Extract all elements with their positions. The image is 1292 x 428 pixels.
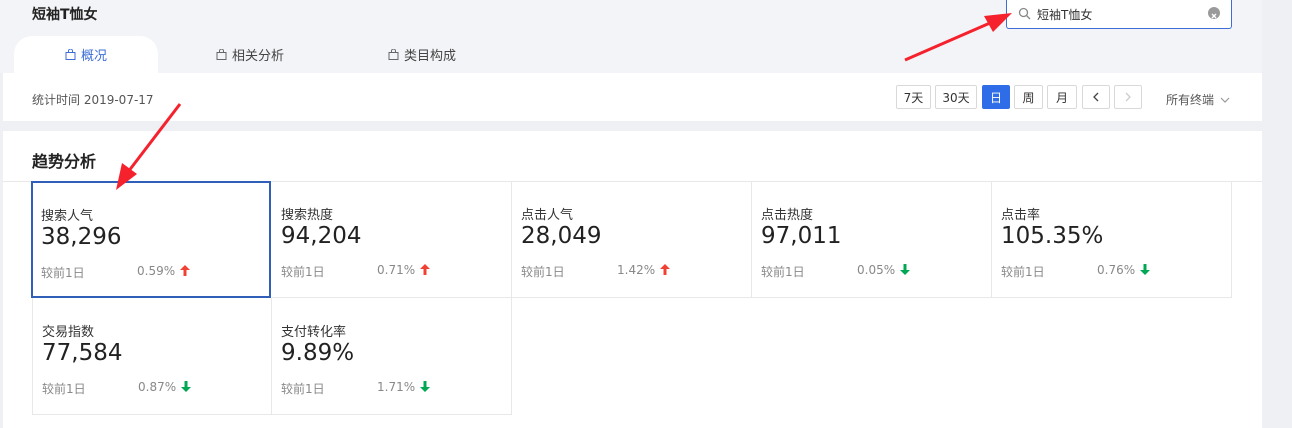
metric-label: 点击热度 [761,208,814,223]
arrow-up-icon [180,265,190,276]
metric-card-search-popularity[interactable]: 搜索人气 38,296 较前1日 0.59% [31,181,271,298]
metric-label: 搜索热度 [281,208,334,223]
search-box[interactable] [1006,0,1232,29]
next-period-button[interactable] [1114,85,1142,109]
arrow-up-icon [420,264,430,275]
period-7d-button[interactable]: 7天 [896,85,931,109]
tab-overview[interactable]: 概况 [14,36,158,73]
metric-label: 支付转化率 [281,325,347,340]
metric-value: 28,049 [521,223,602,249]
metric-value: 9.89% [281,340,355,366]
arrow-down-icon [900,264,910,275]
stat-bar: 统计时间 2019-07-17 7天 30天 日 周 月 所有终端 [3,73,1262,121]
tab-label: 相关分析 [231,49,284,64]
metric-card-click-heat[interactable]: 点击热度 97,011 较前1日 0.05% [752,181,992,298]
metric-change: 0.05% [857,263,896,277]
page-title: 短袖T恤女 [32,7,98,23]
period-month-button[interactable]: 月 [1047,85,1077,109]
search-input[interactable] [1037,5,1207,23]
metric-change: 1.71% [377,380,416,394]
compare-label: 较前1日 [1001,265,1045,279]
stat-time: 统计时间 2019-07-17 [32,93,154,107]
bag-icon [216,49,227,60]
compare-label: 较前1日 [42,382,86,396]
metric-value: 77,584 [42,340,123,366]
metric-card-trade-index[interactable]: 交易指数 77,584 较前1日 0.87% [32,298,272,415]
metric-card-payment-conversion[interactable]: 支付转化率 9.89% 较前1日 1.71% [272,298,512,415]
metric-label: 点击人气 [521,208,574,223]
chevron-down-icon [1220,97,1230,103]
metric-change: 0.71% [377,263,416,277]
arrow-down-icon [181,381,191,392]
terminal-select[interactable]: 所有终端 [1166,91,1230,108]
metric-card-click-popularity[interactable]: 点击人气 28,049 较前1日 1.42% [512,181,752,298]
compare-label: 较前1日 [521,265,565,279]
search-icon [1018,7,1031,20]
period-week-button[interactable]: 周 [1014,85,1043,109]
arrow-up-icon [660,264,670,275]
metric-label: 点击率 [1001,208,1041,223]
tab-category-composition[interactable]: 类目构成 [350,36,494,73]
clear-icon[interactable] [1208,7,1220,19]
period-day-button[interactable]: 日 [982,85,1010,109]
period-30d-button[interactable]: 30天 [935,85,977,109]
compare-label: 较前1日 [41,266,85,280]
metric-label: 交易指数 [42,325,95,340]
metric-change: 1.42% [617,263,656,277]
arrow-down-icon [1140,264,1150,275]
tab-label: 概况 [80,49,107,64]
tab-related-analysis[interactable]: 相关分析 [178,36,322,73]
trend-panel: 趋势分析 搜索人气 38,296 较前1日 0.59% 搜索热度 94,204 … [3,131,1262,428]
prev-period-button[interactable] [1082,85,1110,109]
metric-value: 105.35% [1001,223,1104,249]
arrow-down-icon [420,381,430,392]
metric-card-click-rate[interactable]: 点击率 105.35% 较前1日 0.76% [992,181,1232,298]
bag-icon [65,49,76,60]
compare-label: 较前1日 [281,265,325,279]
compare-label: 较前1日 [281,382,325,396]
metric-value: 38,296 [41,224,122,250]
chevron-left-icon [1093,92,1099,102]
tab-label: 类目构成 [403,49,456,64]
metric-change: 0.76% [1097,263,1136,277]
compare-label: 较前1日 [761,265,805,279]
metric-card-search-heat[interactable]: 搜索热度 94,204 较前1日 0.71% [272,181,512,298]
metric-label: 搜索人气 [41,209,94,224]
terminal-label: 所有终端 [1166,93,1215,107]
panel-title: 趋势分析 [32,152,97,171]
metric-value: 94,204 [281,223,362,249]
metric-change: 0.59% [137,264,176,278]
chevron-right-icon [1125,92,1131,102]
metric-change: 0.87% [138,380,177,394]
bag-icon [388,49,399,60]
header-area: 短袖T恤女 概况 相关分析 [0,0,1262,73]
metric-value: 97,011 [761,223,842,249]
